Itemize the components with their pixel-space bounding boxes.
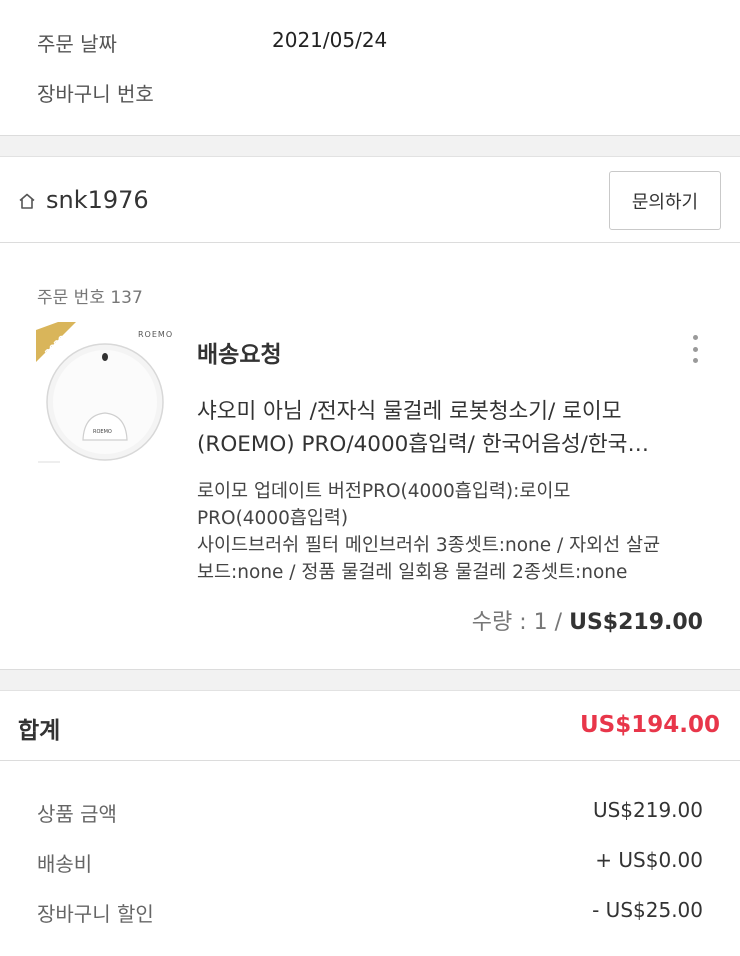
product-title[interactable]: 샤오미 아님 /전자식 물걸레 로봇청소기/ 로이모 (ROEMO) PRO/4…	[197, 395, 697, 461]
more-vertical-icon[interactable]	[683, 332, 707, 366]
seller-header: snk1976 문의하기	[0, 157, 740, 243]
robot-vacuum-image: 2020 ROEMO ROEMO	[36, 322, 174, 467]
home-icon	[19, 193, 35, 209]
summary-value: + US$0.00	[595, 848, 703, 872]
product-image[interactable]: 2020 ROEMO ROEMO	[36, 322, 174, 467]
totals-section: 합계 US$194.00 상품 금액 US$219.00 배송비 + US$0.…	[0, 690, 740, 956]
order-info-section: 주문 날짜 2021/05/24 장바구니 번호	[0, 0, 740, 136]
seller-order-card: snk1976 문의하기 주문 번호 137 2020 ROEMO ROEMO …	[0, 156, 740, 670]
total-label: 합계	[18, 718, 61, 744]
summary-value: US$219.00	[592, 798, 703, 822]
summary-row-cart-discount: 장바구니 할인 - US$25.00	[0, 898, 740, 928]
summary-label: 상품 금액	[37, 802, 117, 826]
quantity-price: 수량 : 1 / US$219.00	[472, 604, 703, 636]
option-line: PRO(4000흡입력)	[197, 508, 349, 529]
summary-row-shipping: 배송비 + US$0.00	[0, 848, 740, 878]
summary-label: 장바구니 할인	[37, 902, 154, 926]
product-title-line-1: 샤오미 아님 /전자식 물걸레 로봇청소기/ 로이모	[197, 399, 622, 424]
cart-number-label: 장바구니 번호	[37, 82, 154, 106]
option-line: 보드:none / 정품 물걸레 일회용 물걸레 2종셋트:none	[197, 562, 628, 583]
order-date-label: 주문 날짜	[37, 32, 117, 56]
summary-label: 배송비	[37, 852, 93, 876]
order-status: 배송요청	[197, 342, 282, 368]
order-date-value: 2021/05/24	[272, 28, 388, 52]
product-title-line-2: (ROEMO) PRO/4000흡입력/ 한국어음성/한국…	[197, 432, 649, 457]
inquiry-button[interactable]: 문의하기	[609, 171, 721, 230]
total-value: US$194.00	[580, 712, 720, 738]
quantity-text: 수량 : 1 /	[471, 610, 570, 635]
summary-value: - US$25.00	[592, 898, 703, 922]
option-line: 로이모 업데이트 버전PRO(4000흡입력):로이모	[197, 481, 571, 502]
product-image-device-brand: ROEMO	[93, 429, 112, 435]
order-number: 주문 번호 137	[37, 288, 143, 308]
item-price: US$219.00	[569, 610, 703, 635]
total-header: 합계 US$194.00	[0, 691, 740, 761]
summary-row-product-amount: 상품 금액 US$219.00	[0, 798, 740, 828]
seller-name[interactable]: snk1976	[46, 186, 149, 214]
product-image-brand: ROEMO	[138, 330, 173, 339]
product-options: 로이모 업데이트 버전PRO(4000흡입력):로이모 PRO(4000흡입력)…	[197, 478, 707, 586]
option-line: 사이드브러쉬 필터 메인브러쉬 3종셋트:none / 자외선 살균	[197, 535, 661, 556]
